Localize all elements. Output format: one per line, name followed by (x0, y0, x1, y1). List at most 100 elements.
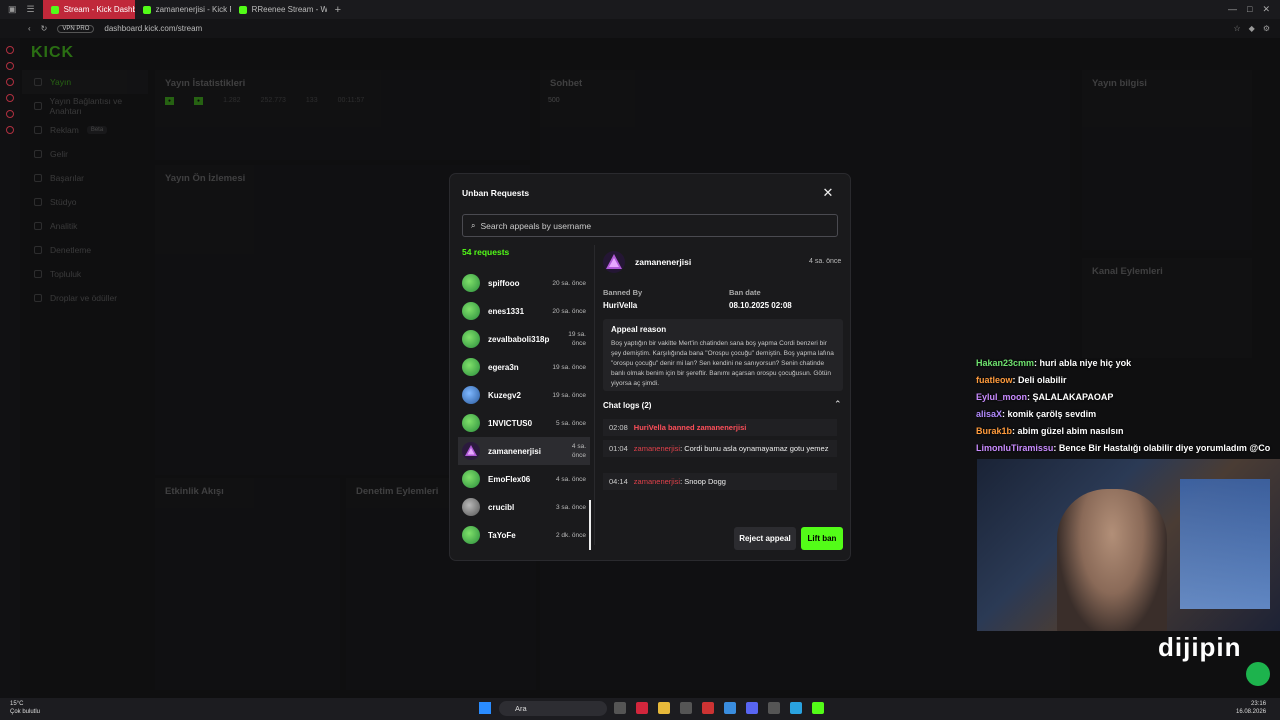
kick-favicon-icon (142, 5, 151, 14)
nav-item-connection[interactable]: Yayın Bağlantısı ve Anahtarı (22, 94, 148, 118)
ban-date-value: 08.10.2025 02:08 (729, 301, 792, 310)
detail-username: zamanenerjisi (635, 257, 692, 267)
activity-panel: Etkinlik Akışı (155, 478, 340, 690)
chat-message: : Bence Bir Hastalığı olabilir diye yoru… (1053, 443, 1271, 453)
avatar (462, 498, 480, 516)
request-time: 19 sa. önce (568, 331, 586, 347)
request-row[interactable]: spiffooo 20 sa. önce (458, 269, 590, 297)
nav-item-ads[interactable]: Reklam Beta (22, 118, 148, 142)
vpn-badge[interactable]: VPN PRO (57, 24, 95, 33)
sidebar-app-icon[interactable] (6, 126, 14, 134)
chat-username: Burak1b (976, 426, 1013, 436)
tab-watch-stream[interactable]: RReenee Stream - Watch L (231, 0, 327, 19)
tab-list-icon[interactable]: ☰ (27, 4, 35, 15)
close-icon[interactable]: ✕ (820, 185, 836, 201)
chevron-up-icon[interactable]: ⌃ (834, 399, 842, 410)
request-row[interactable]: crucibl 3 sa. önce (458, 493, 590, 521)
dashboard-nav: Yayın Yayın Bağlantısı ve Anahtarı Rekla… (22, 70, 148, 310)
nav-item-community[interactable]: Topluluk (22, 262, 148, 286)
nav-item-stream[interactable]: Yayın (22, 70, 148, 94)
taskbar-search[interactable]: Ara (499, 701, 607, 716)
app-icon[interactable] (768, 702, 780, 714)
banned-by-label: Banned By (603, 288, 643, 297)
request-row-selected[interactable]: zamanenerjisi 4 sa. önce (458, 437, 590, 465)
app-icon[interactable] (812, 702, 824, 714)
app-icon[interactable] (724, 702, 736, 714)
reload-icon[interactable]: ↻ (41, 24, 48, 33)
list-scrollbar[interactable] (589, 500, 591, 550)
tab-label: Stream - Kick Dashboard (63, 5, 135, 14)
log-message: zamanenerjisi: Cordi bunu asla oynamayam… (634, 443, 829, 454)
tab-kick-dashboard[interactable]: Stream - Kick Dashboard (42, 0, 135, 19)
request-row[interactable]: egera3n 19 sa. önce (458, 353, 590, 381)
panel-title: Kanal Eylemleri (1092, 266, 1163, 277)
browser-sidebar (0, 38, 20, 698)
reject-appeal-button[interactable]: Reject appeal (734, 527, 796, 550)
sidebar-app-icon[interactable] (6, 94, 14, 102)
lift-ban-button[interactable]: Lift ban (801, 527, 843, 550)
appeal-search[interactable]: ⌕ (462, 214, 838, 237)
opera-icon[interactable] (636, 702, 648, 714)
request-count: 54 requests (462, 247, 510, 257)
nav-item-achievements[interactable]: Başarılar (22, 166, 148, 190)
nav-item-moderation[interactable]: Denetleme (22, 238, 148, 262)
task-view-icon[interactable] (614, 702, 626, 714)
sidebar-app-icon[interactable] (6, 110, 14, 118)
app-icon[interactable] (702, 702, 714, 714)
avatar (462, 442, 480, 460)
search-icon: ⌕ (471, 220, 476, 230)
maximize-icon[interactable]: □ (1247, 4, 1252, 15)
extension-icon[interactable]: ◆ (1249, 24, 1255, 33)
nav-item-analytics[interactable]: Analitik (22, 214, 148, 238)
discord-icon[interactable] (746, 702, 758, 714)
chat-message: : Deli olabilir (1012, 375, 1067, 385)
new-tab-button[interactable]: + (327, 4, 349, 16)
settings-icon[interactable]: ⚙ (1263, 24, 1270, 33)
file-explorer-icon[interactable] (658, 702, 670, 714)
log-time: 04:14 (609, 477, 628, 486)
chat-line: Burak1b: abim güzel abim nasılsın (976, 426, 1280, 443)
sidebar-app-icon[interactable] (6, 78, 14, 86)
nav-item-revenue[interactable]: Gelir (22, 142, 148, 166)
tab-label: RReenee Stream - Watch L (251, 5, 327, 14)
appeal-detail: zamanenerjisi 4 sa. önce Banned By HuriV… (594, 245, 850, 545)
request-row[interactable]: enes1331 20 sa. önce (458, 297, 590, 325)
headset-icon[interactable] (1246, 662, 1270, 686)
bookmark-icon[interactable]: ☆ (1234, 24, 1241, 33)
windows-start-icon[interactable] (479, 702, 491, 714)
request-row[interactable]: 1NVICTUS0 5 sa. önce (458, 409, 590, 437)
kick-logo[interactable]: KICK (31, 44, 74, 62)
back-icon[interactable]: ‹ (28, 24, 31, 33)
close-window-icon[interactable]: ✕ (1262, 4, 1270, 15)
request-row[interactable]: EmoFlex06 4 sa. önce (458, 465, 590, 493)
request-row[interactable]: zevalbaboli318p 19 sa. önce (458, 325, 590, 353)
chat-line: alisaX: komik çarölş sevdim (976, 409, 1280, 426)
request-row[interactable]: Kuzegv2 19 sa. önce (458, 381, 590, 409)
log-username: zamanenerjisi (633, 444, 681, 453)
users-icon (34, 270, 42, 278)
tab-kick-profile[interactable]: zamanenerjisi - Kick Profili (135, 0, 231, 19)
workspace-icon[interactable]: ▣ (8, 4, 17, 15)
request-username: 1NVICTUS0 (488, 418, 533, 428)
url-field[interactable]: dashboard.kick.com/stream (104, 24, 202, 33)
minimize-icon[interactable]: — (1228, 4, 1237, 15)
sidebar-app-icon[interactable] (6, 62, 14, 70)
stats-row: ● ● 1.282 252.773 133 00:11:57 (155, 97, 530, 105)
panel-title: Yayın İstatistikleri (165, 78, 246, 89)
key-icon (34, 102, 42, 110)
weather-widget[interactable]: 15°C Çok bulutlu (10, 700, 40, 716)
store-icon[interactable] (680, 702, 692, 714)
banned-by-value: HuriVella (603, 301, 638, 310)
stat-value: 00:11:57 (337, 97, 365, 104)
nav-item-drops[interactable]: Droplar ve ödüller (22, 286, 148, 310)
request-row[interactable]: TaYoFe 2 dk. önce (458, 521, 590, 549)
system-clock[interactable]: 23:16 16.08.2026 (1236, 700, 1266, 716)
nav-item-studio[interactable]: Stüdyo (22, 190, 148, 214)
request-list[interactable]: spiffooo 20 sa. önce enes1331 20 sa. önce … (458, 269, 590, 549)
avatar (462, 274, 480, 292)
search-input[interactable] (480, 220, 821, 231)
telegram-icon[interactable] (790, 702, 802, 714)
chart-icon (34, 222, 42, 230)
chat-logs-label[interactable]: Chat logs (2) (603, 401, 651, 410)
sidebar-app-icon[interactable] (6, 46, 14, 54)
